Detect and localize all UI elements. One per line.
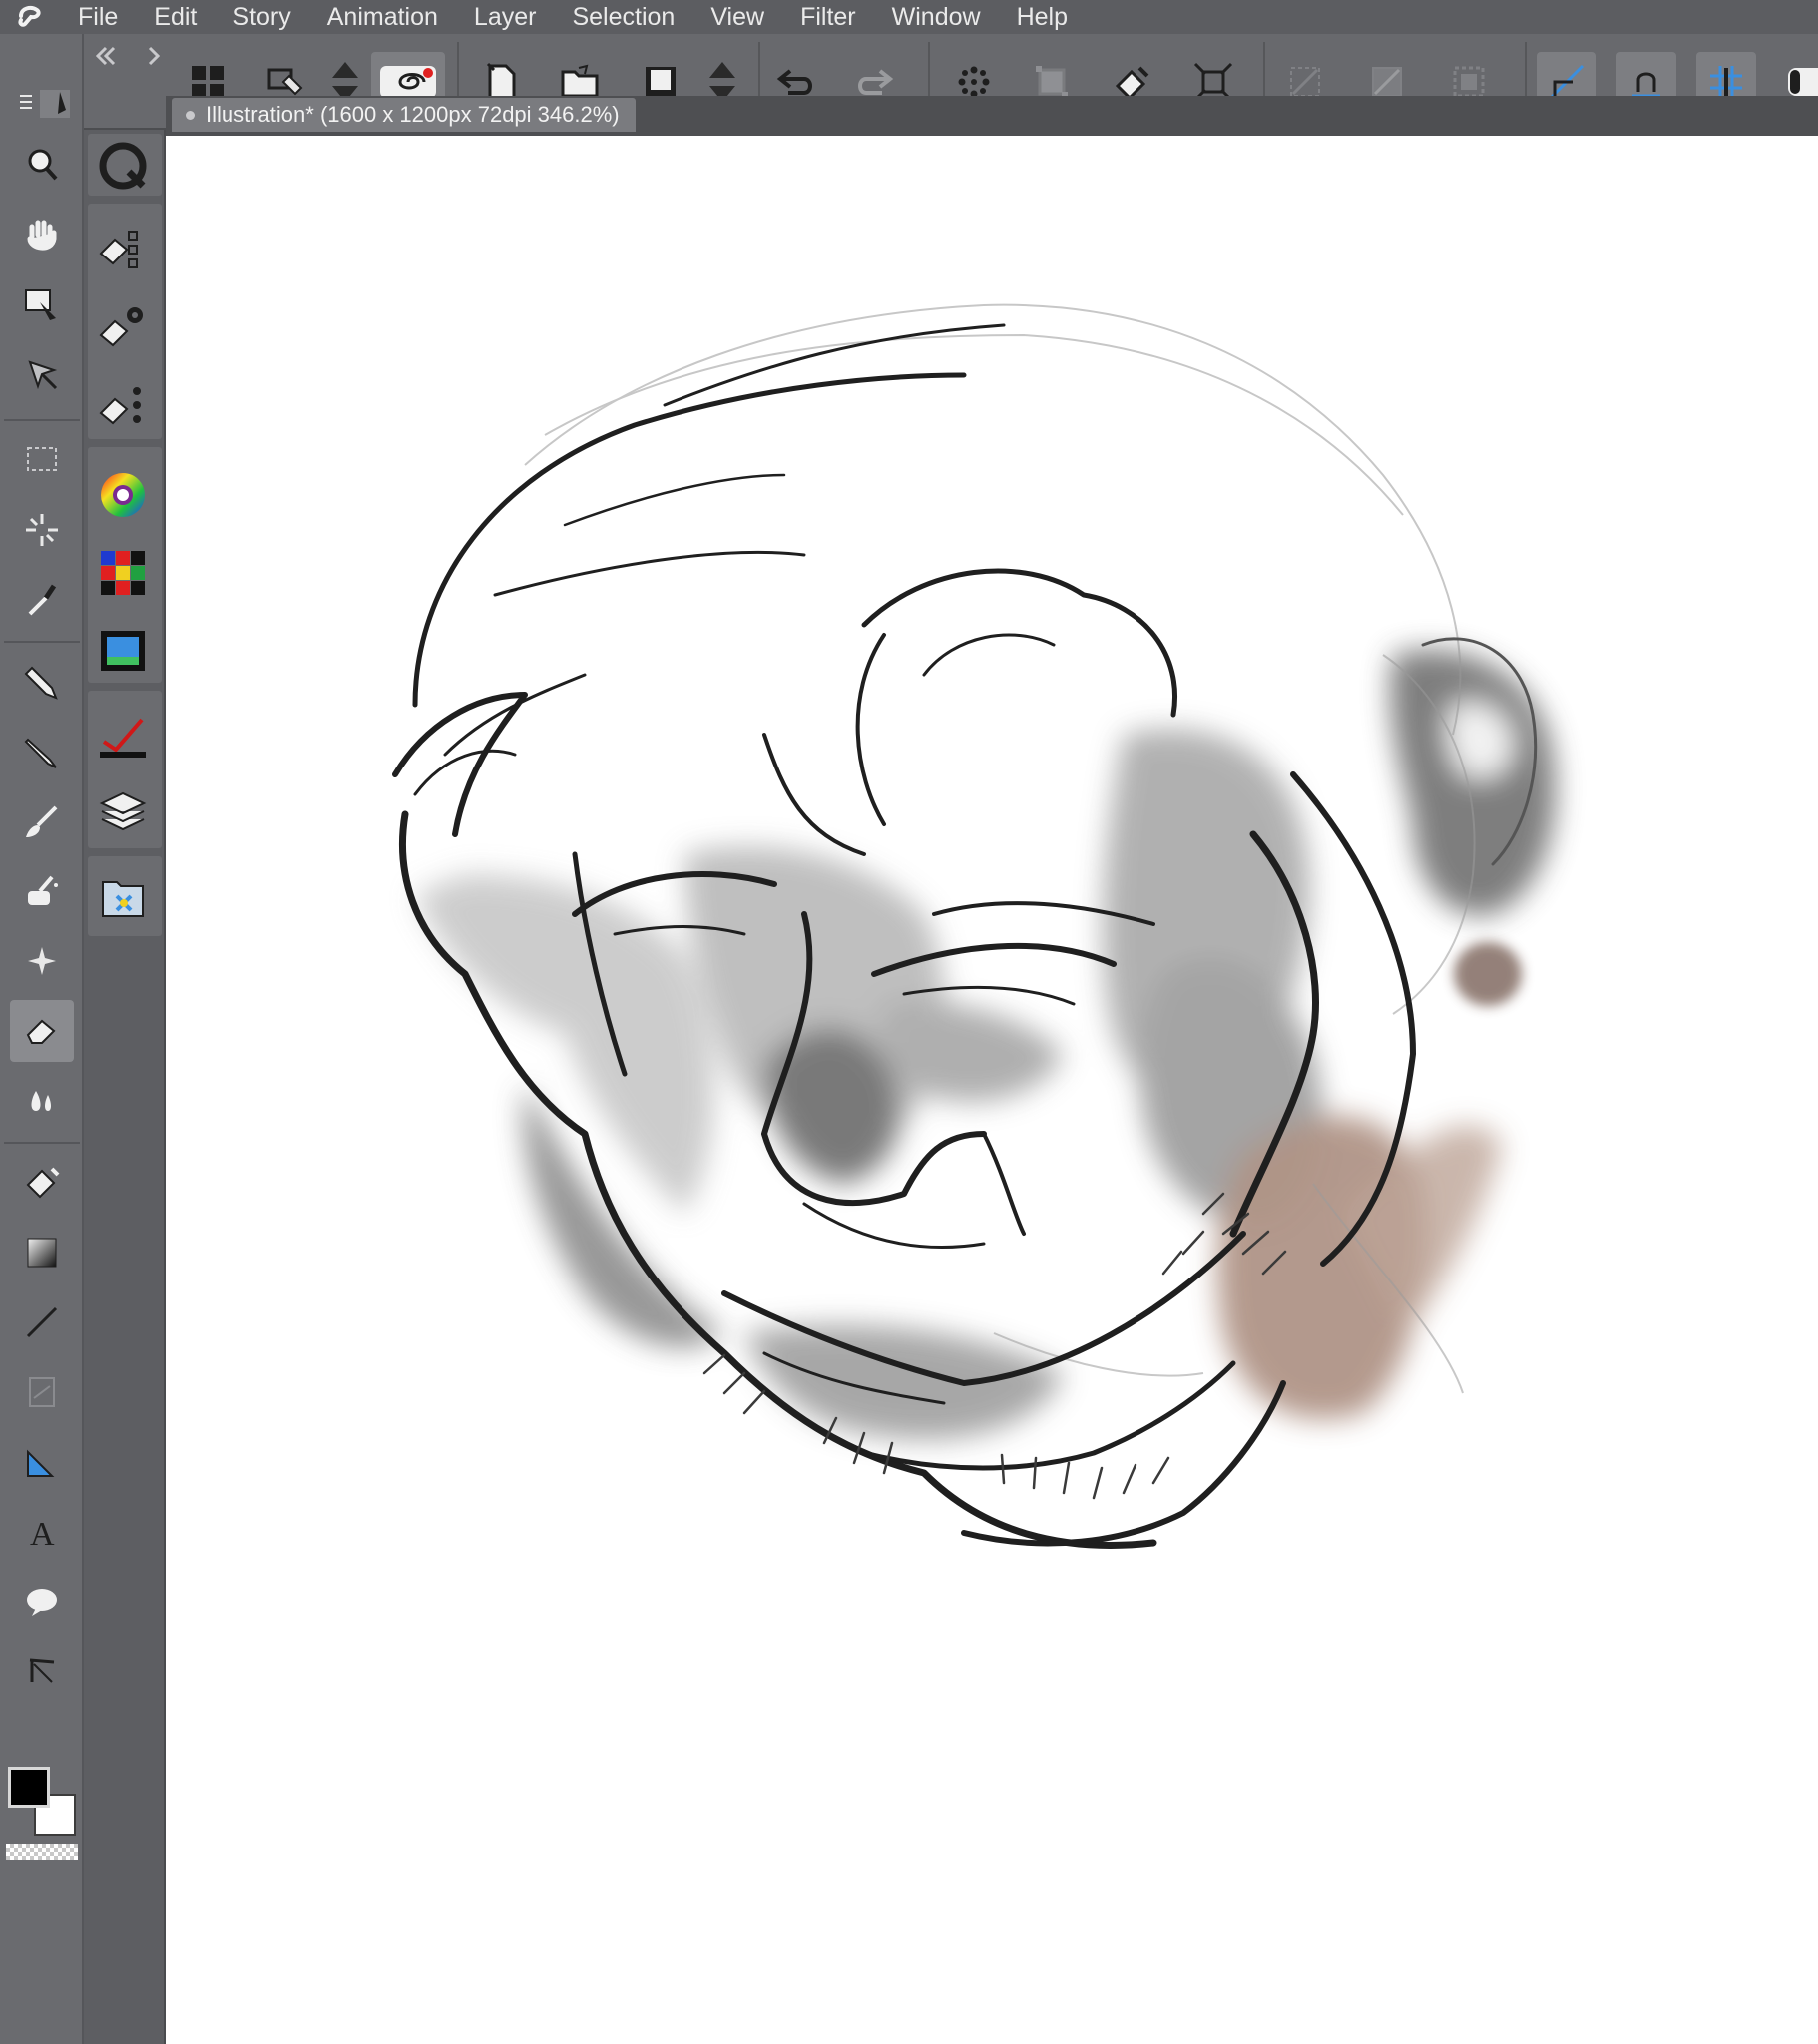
document-close-dot-icon[interactable]: [186, 111, 195, 120]
color-indicator[interactable]: [4, 1767, 80, 1866]
app-logo-icon[interactable]: [0, 0, 60, 34]
balloon-icon[interactable]: [10, 1571, 74, 1633]
menu-animation[interactable]: Animation: [309, 0, 456, 34]
text-icon[interactable]: A: [10, 1501, 74, 1563]
transparent-color-swatch[interactable]: [6, 1844, 78, 1860]
selection-icon[interactable]: [10, 429, 74, 491]
document-tab-title: Illustration* (1600 x 1200px 72dpi 346.2…: [206, 102, 620, 127]
document-tab-bar: Illustration* (1600 x 1200px 72dpi 346.2…: [166, 96, 1818, 136]
color-wheel-icon[interactable]: [88, 459, 158, 531]
illustration-artwork: [392, 303, 1556, 1549]
animation-timeline-icon[interactable]: [88, 615, 158, 687]
main-color-swatch[interactable]: [8, 1767, 50, 1808]
correct-line-icon[interactable]: [10, 1641, 74, 1703]
menu-filter[interactable]: Filter: [782, 0, 874, 34]
airbrush-icon[interactable]: [10, 860, 74, 922]
menu-bar: File Edit Story Animation Layer Selectio…: [0, 0, 1818, 34]
color-set-icon[interactable]: [88, 537, 158, 609]
menu-story[interactable]: Story: [215, 0, 308, 34]
fill-bucket-icon[interactable]: [10, 1152, 74, 1214]
hand-icon[interactable]: [10, 204, 74, 265]
menu-view[interactable]: View: [692, 0, 782, 34]
canvas[interactable]: [166, 136, 1818, 2044]
tool-palette-menu-icon[interactable]: [10, 84, 74, 124]
menu-window[interactable]: Window: [874, 0, 999, 34]
eraser-icon[interactable]: [10, 1000, 74, 1062]
decoration-icon[interactable]: [10, 930, 74, 992]
auto-select-icon[interactable]: [10, 499, 74, 561]
ruler-icon[interactable]: [10, 1431, 74, 1493]
layer-property-icon[interactable]: [88, 701, 158, 772]
tool-property-icon[interactable]: [88, 130, 158, 202]
collapse-subpanel-icon[interactable]: [84, 36, 166, 76]
gradient-icon[interactable]: [10, 1222, 74, 1283]
svg-text:A: A: [30, 1516, 55, 1552]
panel-icon-column: [84, 130, 166, 2044]
brush-icon[interactable]: [10, 790, 74, 852]
menu-help[interactable]: Help: [999, 0, 1086, 34]
menu-layer[interactable]: Layer: [456, 0, 555, 34]
zoom-icon[interactable]: [10, 134, 74, 196]
eyedropper-icon[interactable]: [10, 569, 74, 631]
figure-line-icon[interactable]: [10, 1291, 74, 1353]
move-layer-icon[interactable]: [10, 343, 74, 405]
frame-border-icon[interactable]: [10, 1361, 74, 1423]
menu-edit[interactable]: Edit: [136, 0, 215, 34]
sub-tool-options-icon[interactable]: [88, 369, 158, 441]
blend-icon[interactable]: [10, 1070, 74, 1132]
menu-file[interactable]: File: [60, 0, 136, 34]
sub-tool-detail-icon[interactable]: [88, 291, 158, 363]
tool-palette: A: [0, 34, 84, 2044]
menu-selection[interactable]: Selection: [554, 0, 692, 34]
layer-icon[interactable]: [88, 776, 158, 848]
sub-tool-icon[interactable]: [88, 214, 158, 285]
pencil-icon[interactable]: [10, 721, 74, 782]
material-icon[interactable]: [88, 862, 158, 934]
operation-icon[interactable]: [10, 273, 74, 335]
pen-icon[interactable]: [10, 651, 74, 713]
document-tab[interactable]: Illustration* (1600 x 1200px 72dpi 346.2…: [172, 98, 636, 132]
